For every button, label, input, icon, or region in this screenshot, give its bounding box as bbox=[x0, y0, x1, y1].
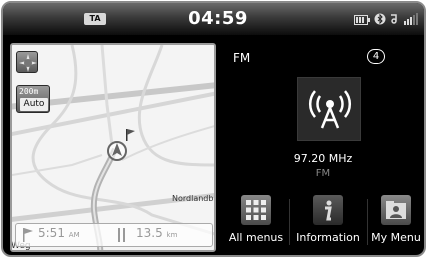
all-menus-button[interactable]: All menus bbox=[225, 195, 287, 253]
station-label: FM bbox=[315, 168, 331, 179]
arrival-time: 5:51 AM bbox=[38, 226, 80, 240]
map-scale-button[interactable]: 200m Auto bbox=[16, 85, 50, 113]
head-unit-screen: TA 04:59 Nordlandb 200m Auto 5:51 AM 13.… bbox=[1, 1, 426, 257]
user-folder-icon bbox=[381, 195, 411, 225]
ta-badge[interactable]: TA bbox=[84, 13, 106, 25]
my-menu-button[interactable]: My Menu bbox=[369, 195, 423, 253]
status-icons bbox=[354, 12, 418, 26]
battery-icon bbox=[354, 10, 370, 29]
flag-icon bbox=[23, 228, 33, 242]
all-menus-label: All menus bbox=[228, 231, 284, 244]
clock[interactable]: 04:59 bbox=[183, 8, 253, 29]
info-icon bbox=[313, 195, 343, 225]
trip-info-bar: 5:51 AM 13.5 km bbox=[15, 223, 213, 247]
radio-antenna-icon[interactable] bbox=[297, 77, 361, 141]
navigation-map[interactable]: Nordlandbeg Weg 200m Auto 5:51 AM 13.5 k… bbox=[10, 43, 216, 252]
signal-icon bbox=[404, 10, 418, 29]
information-button[interactable]: Information bbox=[291, 195, 365, 253]
quick-menu: All menus Information My Menu bbox=[225, 195, 423, 253]
road-label: Nordlandbeg bbox=[172, 194, 214, 203]
status-bar: TA 04:59 bbox=[3, 3, 424, 36]
compass-button[interactable] bbox=[16, 51, 38, 73]
auto-zoom-label: Auto bbox=[20, 98, 48, 111]
information-label: Information bbox=[296, 231, 360, 244]
radio-panel[interactable]: FM 4 97.20 MHz FM bbox=[225, 43, 421, 191]
scale-label: 200m bbox=[19, 87, 39, 96]
divider bbox=[289, 199, 290, 245]
remaining-distance: 13.5 km bbox=[136, 226, 178, 240]
distance-icon bbox=[118, 228, 125, 242]
frequency-label: 97.20 MHz bbox=[293, 152, 353, 165]
grid-icon bbox=[241, 195, 271, 225]
band-label: FM bbox=[233, 51, 251, 65]
my-menu-label: My Menu bbox=[371, 231, 421, 244]
audio-icon bbox=[390, 10, 400, 29]
divider bbox=[367, 199, 368, 245]
map-canvas[interactable] bbox=[12, 45, 216, 252]
bluetooth-icon bbox=[374, 10, 386, 29]
compass-icon bbox=[19, 54, 37, 72]
preset-number: 4 bbox=[367, 49, 385, 64]
